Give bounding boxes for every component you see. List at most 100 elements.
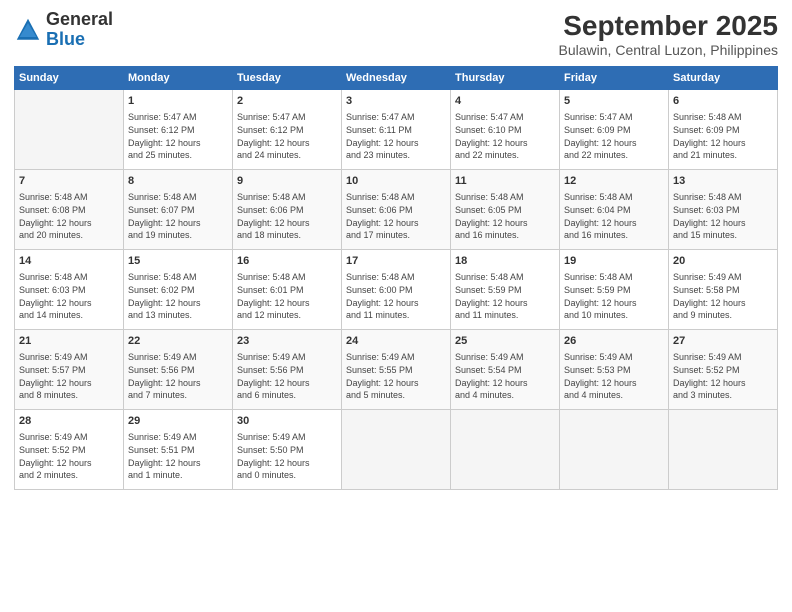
day-number: 9 bbox=[237, 174, 337, 189]
day-number: 28 bbox=[19, 414, 119, 429]
day-number: 20 bbox=[673, 254, 773, 269]
week-row-1: 1Sunrise: 5:47 AM Sunset: 6:12 PM Daylig… bbox=[15, 90, 778, 170]
calendar-cell: 13 Sunrise: 5:48 AM Sunset: 6:03 PM Dayli… bbox=[669, 170, 778, 250]
calendar-cell: 24Sunrise: 5:49 AM Sunset: 5:55 PM Dayli… bbox=[342, 330, 451, 410]
calendar-cell: 10Sunrise: 5:48 AM Sunset: 6:06 PM Dayli… bbox=[342, 170, 451, 250]
calendar-cell: 7 Sunrise: 5:48 AM Sunset: 6:08 PM Daylig… bbox=[15, 170, 124, 250]
week-row-3: 14 Sunrise: 5:48 AM Sunset: 6:03 PM Dayli… bbox=[15, 250, 778, 330]
logo-text: General Blue bbox=[46, 10, 113, 50]
day-number: 12 bbox=[564, 174, 664, 189]
calendar-cell bbox=[560, 410, 669, 490]
logo: General Blue bbox=[14, 10, 113, 50]
title-block: September 2025 Bulawin, Central Luzon, P… bbox=[559, 10, 778, 58]
logo-icon bbox=[14, 16, 42, 44]
day-number: 14 bbox=[19, 254, 119, 269]
logo-line2: Blue bbox=[46, 29, 85, 49]
cell-info: Sunrise: 5:49 AM Sunset: 5:56 PM Dayligh… bbox=[237, 351, 337, 401]
cell-info: Sunrise: 5:47 AM Sunset: 6:10 PM Dayligh… bbox=[455, 111, 555, 161]
day-number: 21 bbox=[19, 334, 119, 349]
cell-info: Sunrise: 5:48 AM Sunset: 5:59 PM Dayligh… bbox=[564, 271, 664, 321]
day-number: 25 bbox=[455, 334, 555, 349]
calendar-cell: 3Sunrise: 5:47 AM Sunset: 6:11 PM Daylig… bbox=[342, 90, 451, 170]
cell-info: Sunrise: 5:48 AM Sunset: 6:05 PM Dayligh… bbox=[455, 191, 555, 241]
cell-info: Sunrise: 5:48 AM Sunset: 6:09 PM Dayligh… bbox=[673, 111, 773, 161]
main-title: September 2025 bbox=[559, 10, 778, 42]
day-number: 11 bbox=[455, 174, 555, 189]
cell-info: Sunrise: 5:49 AM Sunset: 5:55 PM Dayligh… bbox=[346, 351, 446, 401]
col-header-sunday: Sunday bbox=[15, 67, 124, 90]
calendar-cell: 30Sunrise: 5:49 AM Sunset: 5:50 PM Dayli… bbox=[233, 410, 342, 490]
cell-info: Sunrise: 5:47 AM Sunset: 6:12 PM Dayligh… bbox=[237, 111, 337, 161]
calendar-cell: 17 Sunrise: 5:48 AM Sunset: 6:00 PM Dayli… bbox=[342, 250, 451, 330]
calendar-cell: 1Sunrise: 5:47 AM Sunset: 6:12 PM Daylig… bbox=[124, 90, 233, 170]
subtitle: Bulawin, Central Luzon, Philippines bbox=[559, 42, 778, 58]
calendar-cell: 26 Sunrise: 5:49 AM Sunset: 5:53 PM Dayli… bbox=[560, 330, 669, 410]
cell-info: Sunrise: 5:48 AM Sunset: 6:02 PM Dayligh… bbox=[128, 271, 228, 321]
calendar-cell: 15Sunrise: 5:48 AM Sunset: 6:02 PM Dayli… bbox=[124, 250, 233, 330]
calendar-cell: 25Sunrise: 5:49 AM Sunset: 5:54 PM Dayli… bbox=[451, 330, 560, 410]
day-number: 10 bbox=[346, 174, 446, 189]
col-header-tuesday: Tuesday bbox=[233, 67, 342, 90]
calendar-cell: 21 Sunrise: 5:49 AM Sunset: 5:57 PM Dayli… bbox=[15, 330, 124, 410]
day-number: 8 bbox=[128, 174, 228, 189]
week-row-2: 7 Sunrise: 5:48 AM Sunset: 6:08 PM Daylig… bbox=[15, 170, 778, 250]
cell-info: Sunrise: 5:48 AM Sunset: 6:08 PM Dayligh… bbox=[19, 191, 119, 241]
day-number: 7 bbox=[19, 174, 119, 189]
page: General Blue September 2025 Bulawin, Cen… bbox=[0, 0, 792, 612]
header-row: SundayMondayTuesdayWednesdayThursdayFrid… bbox=[15, 67, 778, 90]
week-row-5: 28Sunrise: 5:49 AM Sunset: 5:52 PM Dayli… bbox=[15, 410, 778, 490]
cell-info: Sunrise: 5:48 AM Sunset: 6:07 PM Dayligh… bbox=[128, 191, 228, 241]
day-number: 5 bbox=[564, 94, 664, 109]
cell-info: Sunrise: 5:48 AM Sunset: 6:03 PM Dayligh… bbox=[19, 271, 119, 321]
day-number: 18 bbox=[455, 254, 555, 269]
calendar-cell: 6Sunrise: 5:48 AM Sunset: 6:09 PM Daylig… bbox=[669, 90, 778, 170]
calendar-cell bbox=[669, 410, 778, 490]
calendar-cell: 23 Sunrise: 5:49 AM Sunset: 5:56 PM Dayli… bbox=[233, 330, 342, 410]
calendar-cell: 4 Sunrise: 5:47 AM Sunset: 6:10 PM Daylig… bbox=[451, 90, 560, 170]
calendar-cell: 11 Sunrise: 5:48 AM Sunset: 6:05 PM Dayli… bbox=[451, 170, 560, 250]
col-header-monday: Monday bbox=[124, 67, 233, 90]
day-number: 16 bbox=[237, 254, 337, 269]
calendar-cell: 27Sunrise: 5:49 AM Sunset: 5:52 PM Dayli… bbox=[669, 330, 778, 410]
calendar-cell: 8 Sunrise: 5:48 AM Sunset: 6:07 PM Daylig… bbox=[124, 170, 233, 250]
cell-info: Sunrise: 5:48 AM Sunset: 6:06 PM Dayligh… bbox=[237, 191, 337, 241]
col-header-thursday: Thursday bbox=[451, 67, 560, 90]
calendar-cell: 19 Sunrise: 5:48 AM Sunset: 5:59 PM Dayli… bbox=[560, 250, 669, 330]
cell-info: Sunrise: 5:49 AM Sunset: 5:58 PM Dayligh… bbox=[673, 271, 773, 321]
cell-info: Sunrise: 5:49 AM Sunset: 5:51 PM Dayligh… bbox=[128, 431, 228, 481]
calendar-cell: 20 Sunrise: 5:49 AM Sunset: 5:58 PM Dayli… bbox=[669, 250, 778, 330]
calendar-cell: 14 Sunrise: 5:48 AM Sunset: 6:03 PM Dayli… bbox=[15, 250, 124, 330]
col-header-friday: Friday bbox=[560, 67, 669, 90]
day-number: 23 bbox=[237, 334, 337, 349]
cell-info: Sunrise: 5:48 AM Sunset: 5:59 PM Dayligh… bbox=[455, 271, 555, 321]
cell-info: Sunrise: 5:48 AM Sunset: 6:04 PM Dayligh… bbox=[564, 191, 664, 241]
day-number: 19 bbox=[564, 254, 664, 269]
calendar-cell: 2Sunrise: 5:47 AM Sunset: 6:12 PM Daylig… bbox=[233, 90, 342, 170]
calendar-cell: 5 Sunrise: 5:47 AM Sunset: 6:09 PM Daylig… bbox=[560, 90, 669, 170]
cell-info: Sunrise: 5:49 AM Sunset: 5:50 PM Dayligh… bbox=[237, 431, 337, 481]
cell-info: Sunrise: 5:49 AM Sunset: 5:57 PM Dayligh… bbox=[19, 351, 119, 401]
cell-info: Sunrise: 5:49 AM Sunset: 5:52 PM Dayligh… bbox=[673, 351, 773, 401]
day-number: 3 bbox=[346, 94, 446, 109]
calendar-cell: 22 Sunrise: 5:49 AM Sunset: 5:56 PM Dayli… bbox=[124, 330, 233, 410]
cell-info: Sunrise: 5:47 AM Sunset: 6:09 PM Dayligh… bbox=[564, 111, 664, 161]
calendar-cell: 28Sunrise: 5:49 AM Sunset: 5:52 PM Dayli… bbox=[15, 410, 124, 490]
calendar-table: SundayMondayTuesdayWednesdayThursdayFrid… bbox=[14, 66, 778, 490]
day-number: 13 bbox=[673, 174, 773, 189]
cell-info: Sunrise: 5:48 AM Sunset: 6:03 PM Dayligh… bbox=[673, 191, 773, 241]
header: General Blue September 2025 Bulawin, Cen… bbox=[14, 10, 778, 58]
day-number: 22 bbox=[128, 334, 228, 349]
day-number: 26 bbox=[564, 334, 664, 349]
day-number: 17 bbox=[346, 254, 446, 269]
cell-info: Sunrise: 5:48 AM Sunset: 6:01 PM Dayligh… bbox=[237, 271, 337, 321]
day-number: 29 bbox=[128, 414, 228, 429]
calendar-cell: 29 Sunrise: 5:49 AM Sunset: 5:51 PM Dayli… bbox=[124, 410, 233, 490]
week-row-4: 21 Sunrise: 5:49 AM Sunset: 5:57 PM Dayli… bbox=[15, 330, 778, 410]
day-number: 4 bbox=[455, 94, 555, 109]
col-header-wednesday: Wednesday bbox=[342, 67, 451, 90]
cell-info: Sunrise: 5:48 AM Sunset: 6:00 PM Dayligh… bbox=[346, 271, 446, 321]
calendar-cell bbox=[15, 90, 124, 170]
calendar-cell: 18 Sunrise: 5:48 AM Sunset: 5:59 PM Dayli… bbox=[451, 250, 560, 330]
cell-info: Sunrise: 5:49 AM Sunset: 5:56 PM Dayligh… bbox=[128, 351, 228, 401]
cell-info: Sunrise: 5:49 AM Sunset: 5:53 PM Dayligh… bbox=[564, 351, 664, 401]
